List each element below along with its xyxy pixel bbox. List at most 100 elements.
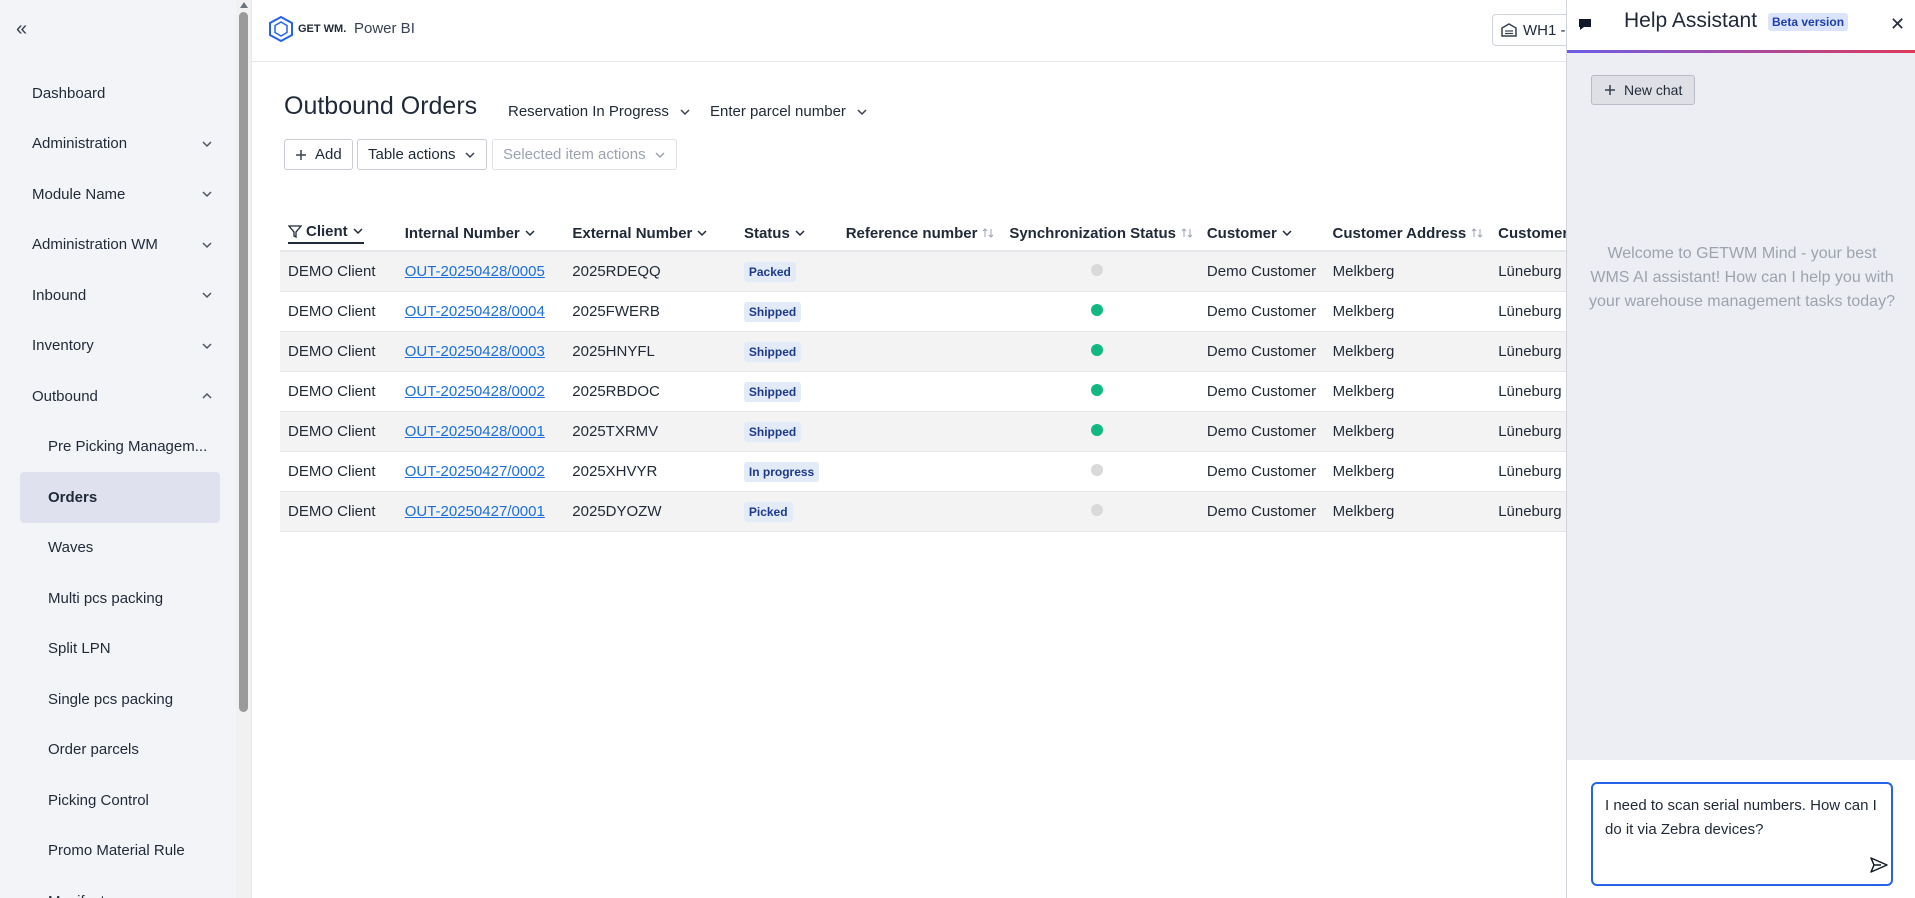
selected-actions-label: Selected item actions	[503, 146, 646, 163]
logo-text: GET WM.	[298, 23, 347, 35]
collapse-sidebar-icon[interactable]: «	[16, 18, 27, 41]
sidebar-item-label: Inbound	[32, 286, 87, 304]
parcel-number-filter[interactable]: Enter parcel number	[710, 103, 868, 120]
close-icon[interactable]: ✕	[1890, 14, 1905, 35]
sync-status-dot	[1091, 504, 1104, 516]
sidebar-subitem-promo-material-rule[interactable]: Promo Material Rule	[0, 826, 236, 877]
cell-customer-city: Lüneburg	[1498, 343, 1562, 360]
page-title: Outbound Orders	[284, 92, 478, 120]
cell-internal-number: OUT-20250428/0003	[397, 343, 565, 360]
order-link[interactable]: OUT-20250428/0003	[405, 343, 545, 360]
status-filter-label: Reservation In Progress	[508, 103, 669, 120]
column-header-customer[interactable]: Customer	[1199, 225, 1325, 242]
column-header-reference-number[interactable]: Reference number	[838, 225, 1002, 242]
table-row[interactable]: DEMO Client OUT-20250428/0001 2025TXRMV Shi…	[280, 412, 1570, 452]
column-header-sync-status[interactable]: Synchronization Status	[1001, 225, 1199, 242]
column-header-internal-number[interactable]: Internal Number	[397, 225, 565, 242]
table-row[interactable]: DEMO Client OUT-20250427/0001 2025DYOZW Pic…	[280, 492, 1570, 532]
sidebar-item-module-name[interactable]: Module Name	[0, 169, 236, 220]
cell-external-number: 2025RBDOC	[572, 383, 660, 400]
column-header-external-number[interactable]: External Number	[564, 225, 736, 242]
sidebar-item-inbound[interactable]: Inbound	[0, 270, 236, 321]
cell-customer-address: Melkberg	[1332, 263, 1395, 280]
app-logo[interactable]: GET WM.	[268, 16, 346, 42]
order-link[interactable]: OUT-20250428/0002	[405, 383, 545, 400]
sidebar-item-outbound[interactable]: Outbound	[0, 371, 236, 422]
sidebar-subitem-multi-pcs-packing[interactable]: Multi pcs packing	[0, 573, 236, 624]
sidebar-item-label: Administration	[32, 135, 128, 153]
table-row[interactable]: DEMO Client OUT-20250428/0002 2025RBDOC Shi…	[280, 372, 1570, 412]
chat-message-input[interactable]: I need to scan serial numbers. How can I…	[1591, 782, 1893, 886]
cell-status: Shipped	[736, 341, 838, 362]
column-label: Client	[306, 222, 348, 240]
sync-status-dot	[1091, 264, 1104, 276]
sidebar-subitem-split-lpn[interactable]: Split LPN	[0, 624, 236, 675]
order-link[interactable]: OUT-20250427/0002	[405, 463, 545, 480]
order-link[interactable]: OUT-20250428/0005	[405, 263, 545, 280]
sidebar-item-administration[interactable]: Administration	[0, 119, 236, 170]
sort-icon[interactable]	[981, 227, 995, 239]
order-link[interactable]: OUT-20250427/0001	[405, 503, 545, 520]
chevron-down-icon	[202, 141, 212, 147]
chevron-down-icon	[353, 228, 363, 235]
send-icon[interactable]	[1869, 856, 1889, 874]
sync-status-dot	[1091, 464, 1104, 476]
sort-icon[interactable]	[1470, 227, 1484, 239]
selected-item-actions-button[interactable]: Selected item actions	[492, 139, 677, 170]
cell-customer-city: Lüneburg	[1498, 503, 1562, 520]
sidebar-subitem-pre-picking[interactable]: Pre Picking Managem...	[0, 422, 236, 473]
sidebar-item-administration-wm[interactable]: Administration WM	[0, 220, 236, 271]
sidebar-item-inventory[interactable]: Inventory	[0, 321, 236, 372]
top-bar: GET WM. Power BI WH1 -	[252, 0, 1582, 62]
chevron-down-icon	[697, 230, 707, 237]
sidebar-subitem-manifest[interactable]: Manifest	[0, 876, 236, 898]
table-actions-button[interactable]: Table actions	[357, 139, 487, 170]
column-label: Customer Address	[1332, 224, 1467, 242]
sidebar-item-dashboard[interactable]: Dashboard	[0, 68, 236, 119]
status-filter-dropdown[interactable]: Reservation In Progress	[508, 103, 691, 120]
status-badge: Picked	[743, 501, 793, 522]
order-link[interactable]: OUT-20250428/0004	[405, 303, 545, 320]
table-row[interactable]: DEMO Client OUT-20250428/0004 2025FWERB Shi…	[280, 292, 1570, 332]
sidebar-subitem-single-pcs-packing[interactable]: Single pcs packing	[0, 674, 236, 725]
sidebar-subitem-orders[interactable]: Orders	[20, 472, 220, 523]
sidebar-subitem-waves[interactable]: Waves	[0, 523, 236, 574]
cell-external-number: 2025DYOZW	[572, 503, 662, 520]
cell-external-number: 2025XHVYR	[572, 463, 658, 480]
sidebar-scrollbar[interactable]	[236, 0, 252, 898]
cell-status: Shipped	[736, 381, 838, 402]
column-header-customer-city[interactable]: Customer	[1490, 225, 1570, 242]
cell-external-number: 2025HNYFL	[572, 343, 655, 360]
table-row[interactable]: DEMO Client OUT-20250427/0002 2025XHVYR In …	[280, 452, 1570, 492]
cell-sync-status	[1001, 503, 1199, 520]
help-assistant-panel: Help Assistant Beta version ✕ New chat W…	[1566, 0, 1915, 898]
table-actions-label: Table actions	[368, 146, 456, 163]
chat-input-area: I need to scan serial numbers. How can I…	[1567, 760, 1915, 898]
cell-customer: Demo Customer	[1206, 383, 1317, 400]
scroll-up-arrow-icon[interactable]	[240, 2, 248, 8]
plus-icon	[1605, 85, 1615, 95]
sync-status-dot	[1091, 344, 1104, 356]
sidebar-subitem-picking-control[interactable]: Picking Control	[0, 775, 236, 826]
sidebar-item-label: Module Name	[32, 185, 126, 203]
cell-status: Shipped	[736, 301, 838, 322]
sync-status-dot	[1091, 384, 1104, 396]
column-header-client[interactable]: Client	[280, 223, 397, 244]
sort-icon[interactable]	[1180, 227, 1194, 239]
order-link[interactable]: OUT-20250428/0001	[405, 423, 545, 440]
new-chat-button[interactable]: New chat	[1591, 75, 1696, 105]
column-header-status[interactable]: Status	[736, 225, 838, 242]
chevron-down-icon	[202, 191, 212, 198]
power-bi-link[interactable]: Power BI	[354, 20, 415, 37]
cell-client: DEMO Client	[288, 503, 376, 520]
add-button[interactable]: Add	[284, 139, 353, 170]
chevron-down-icon	[857, 108, 867, 115]
table-row[interactable]: DEMO Client OUT-20250428/0005 2025RDEQQ Pac…	[280, 252, 1570, 292]
cell-sync-status	[1001, 343, 1199, 360]
cell-external-number: 2025RDEQQ	[572, 263, 661, 280]
sidebar-subitem-order-parcels[interactable]: Order parcels	[0, 725, 236, 776]
sidebar-scrollbar-thumb[interactable]	[239, 12, 248, 712]
cell-internal-number: OUT-20250428/0004	[397, 303, 565, 320]
column-header-customer-address[interactable]: Customer Address	[1325, 225, 1491, 242]
table-row[interactable]: DEMO Client OUT-20250428/0003 2025HNYFL Shi…	[280, 332, 1570, 372]
